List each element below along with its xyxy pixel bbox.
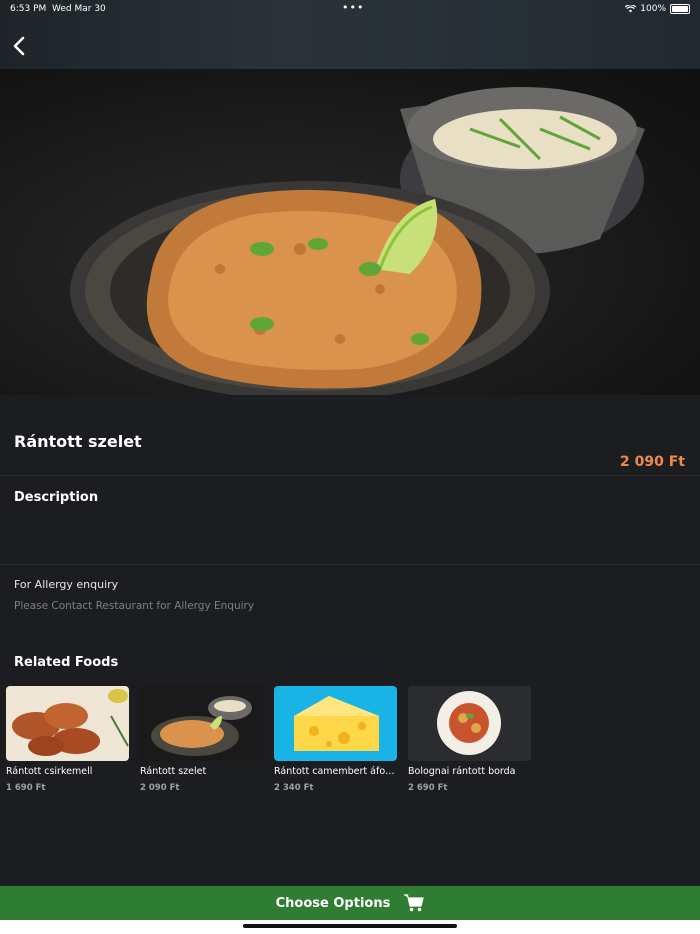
related-food-price: 2 690 Ft	[408, 783, 448, 793]
related-food-image	[408, 686, 531, 761]
multitask-dots-icon[interactable]: •••	[342, 1, 364, 14]
product-price: 2 090 Ft	[620, 454, 685, 470]
related-foods-heading: Related Foods	[14, 655, 119, 670]
allergy-label: For Allergy enquiry	[14, 578, 119, 591]
battery-icon	[670, 4, 690, 14]
status-time: 6:53 PM Wed Mar 30	[10, 4, 106, 14]
related-food-card[interactable]: Rántott szelet 2 090 Ft	[140, 686, 263, 793]
wifi-icon	[625, 5, 637, 13]
shopping-cart-icon	[404, 894, 424, 912]
status-right: 100%	[625, 4, 690, 14]
related-food-card[interactable]: Bolognai rántott borda 2 690 Ft	[408, 686, 531, 793]
related-food-image	[6, 686, 129, 761]
battery-percent: 100%	[640, 4, 666, 14]
related-food-name: Rántott szelet	[140, 766, 207, 777]
divider	[0, 475, 700, 476]
product-title: Rántott szelet	[14, 432, 142, 451]
related-food-price: 2 090 Ft	[140, 783, 180, 793]
related-food-name: Rántott csirkemell	[6, 766, 93, 777]
allergy-text: Please Contact Restaurant for Allergy En…	[14, 600, 255, 612]
related-food-price: 2 340 Ft	[274, 783, 314, 793]
status-bar: 6:53 PM Wed Mar 30 ••• 100%	[0, 0, 700, 18]
related-food-price: 1 690 Ft	[6, 783, 46, 793]
related-foods-list: Rántott csirkemell 1 690 Ft Rántott szel…	[6, 686, 531, 793]
related-food-card[interactable]: Rántott camembert áfonya 2 340 Ft	[274, 686, 397, 793]
back-arrow-icon[interactable]	[8, 34, 32, 58]
choose-options-button[interactable]: Choose Options	[0, 886, 700, 920]
related-food-image	[140, 686, 263, 761]
related-food-image	[274, 686, 397, 761]
related-food-name: Rántott camembert áfonya	[274, 766, 397, 777]
choose-options-label: Choose Options	[275, 895, 391, 911]
home-indicator[interactable]	[243, 924, 457, 928]
product-hero-image	[0, 69, 700, 395]
divider	[0, 564, 700, 565]
related-food-name: Bolognai rántott borda	[408, 766, 516, 777]
schnitzel-photo	[70, 87, 645, 395]
related-food-card[interactable]: Rántott csirkemell 1 690 Ft	[6, 686, 129, 793]
description-heading: Description	[14, 490, 99, 505]
